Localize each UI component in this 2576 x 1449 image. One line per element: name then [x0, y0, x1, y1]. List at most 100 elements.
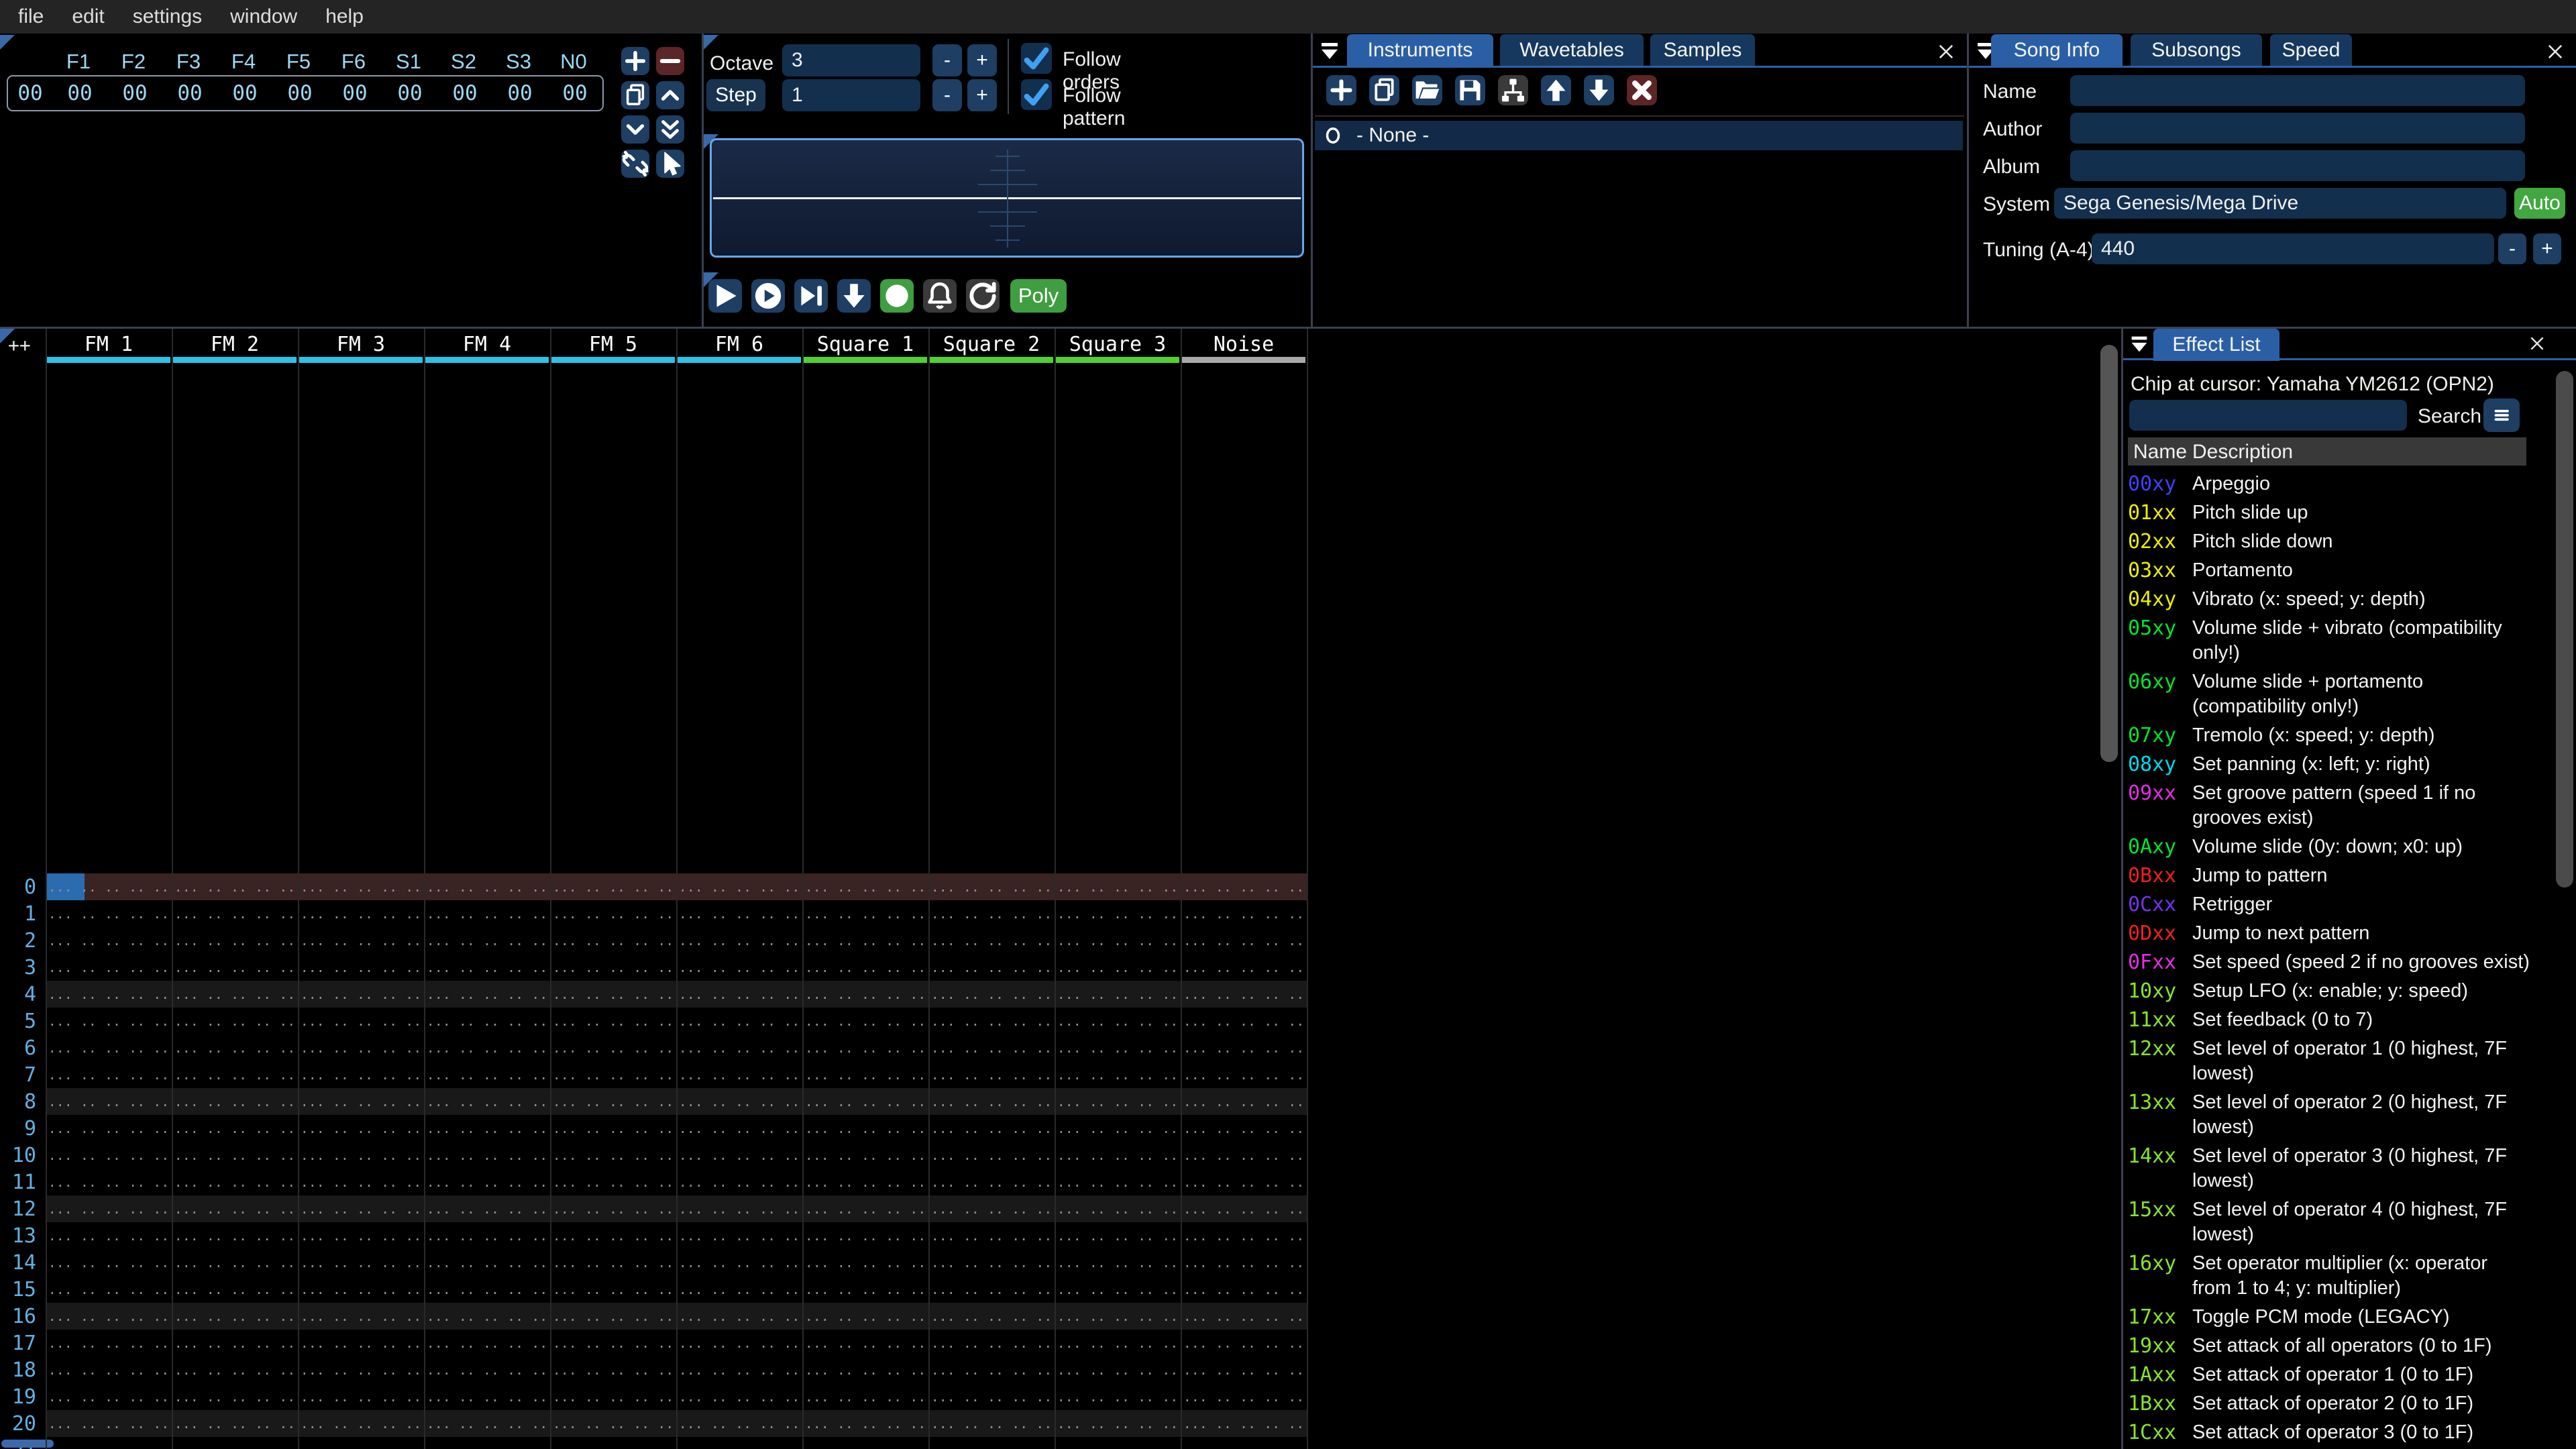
pattern-cell[interactable]: ... .. .. .. .. — [298, 873, 424, 900]
instrument-delete-x-button[interactable] — [1627, 75, 1657, 105]
pattern-cell[interactable]: ... .. .. .. .. — [172, 1034, 298, 1061]
pattern-cell[interactable]: ... .. .. .. .. — [1181, 1330, 1307, 1356]
pattern-cell[interactable]: ... .. .. .. .. — [172, 1195, 298, 1222]
pattern-cell[interactable]: ... .. .. .. .. — [298, 900, 424, 927]
menu-item-file[interactable]: file — [4, 0, 58, 34]
pattern-cell[interactable]: ... .. .. .. .. — [424, 1061, 550, 1088]
octave-minus-button[interactable]: - — [932, 44, 962, 76]
pattern-cell[interactable]: ... .. .. .. .. — [424, 1383, 550, 1410]
pattern-cell[interactable]: ... .. .. .. .. — [802, 1195, 928, 1222]
pattern-cell[interactable]: ... .. .. .. .. — [928, 1303, 1055, 1330]
channel-header-fm-2[interactable]: FM 2 — [172, 331, 298, 357]
pattern-cell[interactable]: ... .. .. .. .. — [1055, 1169, 1181, 1195]
tab-wavetables[interactable]: Wavetables — [1500, 34, 1644, 66]
pattern-cell[interactable]: ... .. .. .. .. — [1055, 1088, 1181, 1115]
pattern-cell[interactable]: ... .. .. .. .. — [928, 1008, 1055, 1034]
pattern-cell[interactable]: ... .. .. .. .. — [676, 981, 802, 1008]
orders-cell[interactable]: 00 — [547, 76, 602, 110]
pattern-cell[interactable]: ... .. .. .. .. — [46, 1115, 172, 1142]
orders-cell[interactable]: 00 — [492, 76, 547, 110]
pattern-cell[interactable]: ... .. .. .. .. — [46, 1195, 172, 1222]
orders-cursor-button[interactable] — [656, 150, 684, 178]
pattern-cell[interactable]: ... .. .. .. .. — [550, 1195, 676, 1222]
pattern-cell[interactable]: ... .. .. .. .. — [802, 1142, 928, 1169]
checkbox-follow-orders[interactable] — [1021, 43, 1052, 74]
pattern-cell[interactable]: ... .. .. .. .. — [298, 1437, 424, 1449]
pattern-cell[interactable]: ... .. .. .. .. — [1055, 1222, 1181, 1249]
pattern-cell[interactable]: ... .. .. .. .. — [1181, 927, 1307, 954]
pattern-cell[interactable]: ... .. .. .. .. — [928, 1356, 1055, 1383]
pattern-cell[interactable]: ... .. .. .. .. — [676, 873, 802, 900]
pattern-cell[interactable]: ... .. .. .. .. — [802, 954, 928, 981]
pattern-cell[interactable]: ... .. .. .. .. — [298, 1410, 424, 1437]
channel-header-fm-3[interactable]: FM 3 — [298, 331, 424, 357]
name-field[interactable] — [2070, 75, 2525, 106]
pattern-cell[interactable]: ... .. .. .. .. — [802, 1222, 928, 1249]
pattern-cell[interactable]: ... .. .. .. .. — [1055, 873, 1181, 900]
pattern-cell[interactable]: ... .. .. .. .. — [1181, 1034, 1307, 1061]
pattern-cell[interactable]: ... .. .. .. .. — [550, 1276, 676, 1303]
pattern-cell[interactable]: ... .. .. .. .. — [550, 927, 676, 954]
instrument-arrow-down-button[interactable] — [1584, 75, 1614, 105]
pattern-cell[interactable]: ... .. .. .. .. — [550, 954, 676, 981]
pattern-cell[interactable]: ... .. .. .. .. — [928, 1115, 1055, 1142]
pattern-cell[interactable]: ... .. .. .. .. — [424, 981, 550, 1008]
pattern-cell[interactable]: ... .. .. .. .. — [1181, 1195, 1307, 1222]
pattern-cell[interactable]: ... .. .. .. .. — [550, 1249, 676, 1276]
instrument-arrow-up-button[interactable] — [1541, 75, 1571, 105]
pattern-cell[interactable]: ... .. .. .. .. — [172, 1061, 298, 1088]
menu-item-settings[interactable]: settings — [119, 0, 216, 34]
pattern-cell[interactable]: ... .. .. .. .. — [424, 1356, 550, 1383]
pattern-cell[interactable]: ... .. .. .. .. — [1181, 1249, 1307, 1276]
pattern-scrollbar[interactable] — [2100, 345, 2118, 762]
pattern-cell[interactable]: ... .. .. .. .. — [928, 1276, 1055, 1303]
pattern-cell[interactable]: ... .. .. .. .. — [676, 1303, 802, 1330]
pattern-cell[interactable]: ... .. .. .. .. — [1055, 1249, 1181, 1276]
pattern-cell[interactable]: ... .. .. .. .. — [1181, 1115, 1307, 1142]
pattern-cell[interactable]: ... .. .. .. .. — [550, 1383, 676, 1410]
pattern-cell[interactable]: ... .. .. .. .. — [46, 927, 172, 954]
channel-header-square-2[interactable]: Square 2 — [928, 331, 1055, 357]
pattern-cell[interactable]: ... .. .. .. .. — [298, 954, 424, 981]
pattern-cell[interactable]: ... .. .. .. .. — [172, 1410, 298, 1437]
pattern-cell[interactable]: ... .. .. .. .. — [1055, 927, 1181, 954]
pattern-cell[interactable]: ... .. .. .. .. — [1181, 1437, 1307, 1449]
pattern-cell[interactable]: ... .. .. .. .. — [172, 1008, 298, 1034]
pattern-cell[interactable]: ... .. .. .. .. — [928, 954, 1055, 981]
close-icon[interactable] — [2544, 40, 2567, 63]
pattern-cell[interactable]: ... .. .. .. .. — [1181, 1088, 1307, 1115]
pattern-cell[interactable]: ... .. .. .. .. — [802, 1088, 928, 1115]
orders-cell[interactable]: 00 — [162, 76, 217, 110]
arrow-down-button[interactable] — [837, 279, 871, 313]
pattern-cell[interactable]: ... .. .. .. .. — [424, 1169, 550, 1195]
pattern-cell[interactable]: ... .. .. .. .. — [172, 954, 298, 981]
pattern-cell[interactable]: ... .. .. .. .. — [676, 1061, 802, 1088]
pattern-cell[interactable]: ... .. .. .. .. — [1055, 981, 1181, 1008]
pattern-cell[interactable]: ... .. .. .. .. — [298, 1330, 424, 1356]
pattern-cell[interactable]: ... .. .. .. .. — [676, 1437, 802, 1449]
pattern-cell[interactable]: ... .. .. .. .. — [928, 1383, 1055, 1410]
effect-list-scrollbar[interactable] — [2556, 371, 2573, 888]
channel-header-fm-1[interactable]: FM 1 — [46, 331, 172, 357]
auto-button[interactable]: Auto — [2514, 188, 2565, 219]
pattern-cell[interactable]: ... .. .. .. .. — [424, 1222, 550, 1249]
pattern-cell[interactable]: ... .. .. .. .. — [928, 1330, 1055, 1356]
pattern-cell[interactable]: ... .. .. .. .. — [676, 1410, 802, 1437]
pattern-cell[interactable]: ... .. .. .. .. — [802, 1169, 928, 1195]
resize-grip[interactable] — [0, 35, 15, 50]
pattern-cell[interactable]: ... .. .. .. .. — [1055, 1034, 1181, 1061]
pattern-cell[interactable]: ... .. .. .. .. — [1181, 1303, 1307, 1330]
pattern-cell[interactable]: ... .. .. .. .. — [928, 900, 1055, 927]
divider-vertical[interactable] — [2121, 329, 2123, 1449]
pattern-cell[interactable]: ... .. .. .. .. — [802, 1249, 928, 1276]
tab-instruments[interactable]: Instruments — [1347, 34, 1493, 66]
pattern-cell[interactable]: ... .. .. .. .. — [550, 1088, 676, 1115]
pattern-cell[interactable]: ... .. .. .. .. — [46, 1008, 172, 1034]
pattern-cell[interactable]: ... .. .. .. .. — [676, 1383, 802, 1410]
pattern-cell[interactable]: ... .. .. .. .. — [802, 873, 928, 900]
pattern-cell[interactable]: ... .. .. .. .. — [676, 1195, 802, 1222]
pattern-cell[interactable]: ... .. .. .. .. — [172, 981, 298, 1008]
pattern-cell[interactable]: ... .. .. .. .. — [172, 1088, 298, 1115]
pattern-cell[interactable]: ... .. .. .. .. — [46, 954, 172, 981]
channel-header-fm-5[interactable]: FM 5 — [550, 331, 676, 357]
